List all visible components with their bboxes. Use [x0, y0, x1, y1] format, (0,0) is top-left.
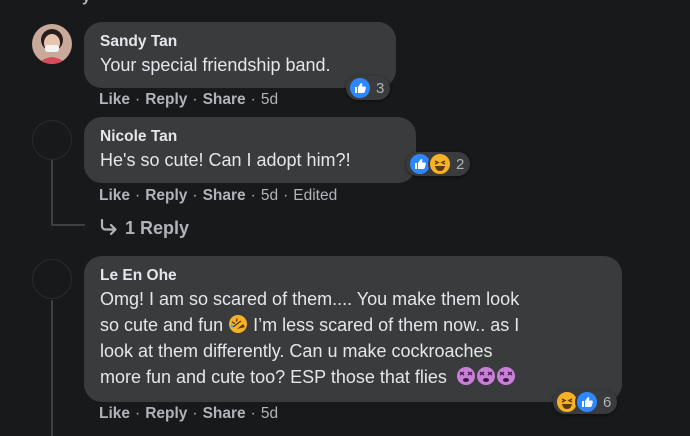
- reply-button[interactable]: Reply: [145, 91, 187, 108]
- comment-actions: Like · Reply · Share · 5d: [99, 405, 279, 422]
- reply-button[interactable]: Reply: [145, 405, 187, 422]
- share-button[interactable]: Share: [203, 187, 246, 204]
- reaction-summary[interactable]: 3: [346, 76, 391, 100]
- comment-text: Omg! I am so scared of them.... You make…: [100, 286, 606, 390]
- like-button[interactable]: Like: [99, 187, 130, 204]
- thread-connector-line: [51, 160, 53, 226]
- reaction-count: 2: [456, 155, 465, 173]
- view-replies-link[interactable]: 1 Reply: [99, 218, 189, 239]
- comment-text: Your special friendship band.: [100, 55, 331, 75]
- thread-connector-curve: [51, 224, 85, 226]
- timestamp[interactable]: 5d: [261, 405, 278, 422]
- dizzy-face-emoji-icon: [456, 367, 475, 385]
- comment-author[interactable]: Le En Ohe: [100, 266, 606, 286]
- comment-text: He's so cute! Can I adopt him?!: [100, 150, 351, 170]
- edited-label: Edited: [293, 187, 338, 204]
- comment-actions: Like · Reply · Share · 5d · Edited: [99, 187, 338, 204]
- like-button[interactable]: Like: [99, 91, 130, 108]
- comment-actions: Like · Reply · Share · 5d: [99, 91, 279, 108]
- dizzy-face-emoji-icon: [496, 367, 515, 385]
- comment-bubble: Le En Ohe Omg! I am so scared of them...…: [84, 256, 622, 402]
- comment-text-line: look at them differently. Can u make coc…: [100, 341, 493, 361]
- replies-count-label: 1 Reply: [125, 218, 190, 238]
- like-icon: [575, 390, 599, 414]
- reaction-summary[interactable]: 2: [406, 152, 471, 176]
- avatar[interactable]: [32, 259, 72, 299]
- timestamp[interactable]: 5d: [261, 187, 278, 204]
- comment-text-line-with-emoji: more fun and cute too? ESP those that fl…: [100, 364, 606, 390]
- avatar[interactable]: [32, 120, 72, 160]
- share-button[interactable]: Share: [203, 405, 246, 422]
- thread-connector-line-lower: [51, 300, 53, 436]
- haha-icon: [428, 152, 452, 176]
- share-button[interactable]: Share: [203, 91, 246, 108]
- user-photo-icon: [32, 24, 72, 64]
- reply-button[interactable]: Reply: [145, 187, 187, 204]
- comment-author[interactable]: Sandy Tan: [100, 32, 380, 52]
- comment-author[interactable]: Nicole Tan: [100, 127, 400, 147]
- reaction-count: 3: [376, 79, 385, 97]
- dizzy-face-emoji-icon: [476, 367, 495, 385]
- timestamp[interactable]: 5d: [261, 91, 278, 108]
- like-button[interactable]: Like: [99, 405, 130, 422]
- reaction-count: 6: [603, 393, 612, 411]
- reaction-summary[interactable]: 6: [553, 390, 618, 414]
- comment-bubble: Nicole Tan He's so cute! Can I adopt him…: [84, 117, 416, 183]
- comment-text-line-with-emoji: so cute and fun I’m less scared of them …: [100, 315, 520, 335]
- reply-arrow-icon: [100, 218, 117, 236]
- cut-off-previous-text: y: [82, 0, 91, 6]
- avatar[interactable]: [32, 24, 72, 64]
- like-icon: [348, 76, 372, 100]
- rofl-emoji-icon: [229, 315, 248, 333]
- comment-text-line: Omg! I am so scared of them.... You make…: [100, 289, 520, 309]
